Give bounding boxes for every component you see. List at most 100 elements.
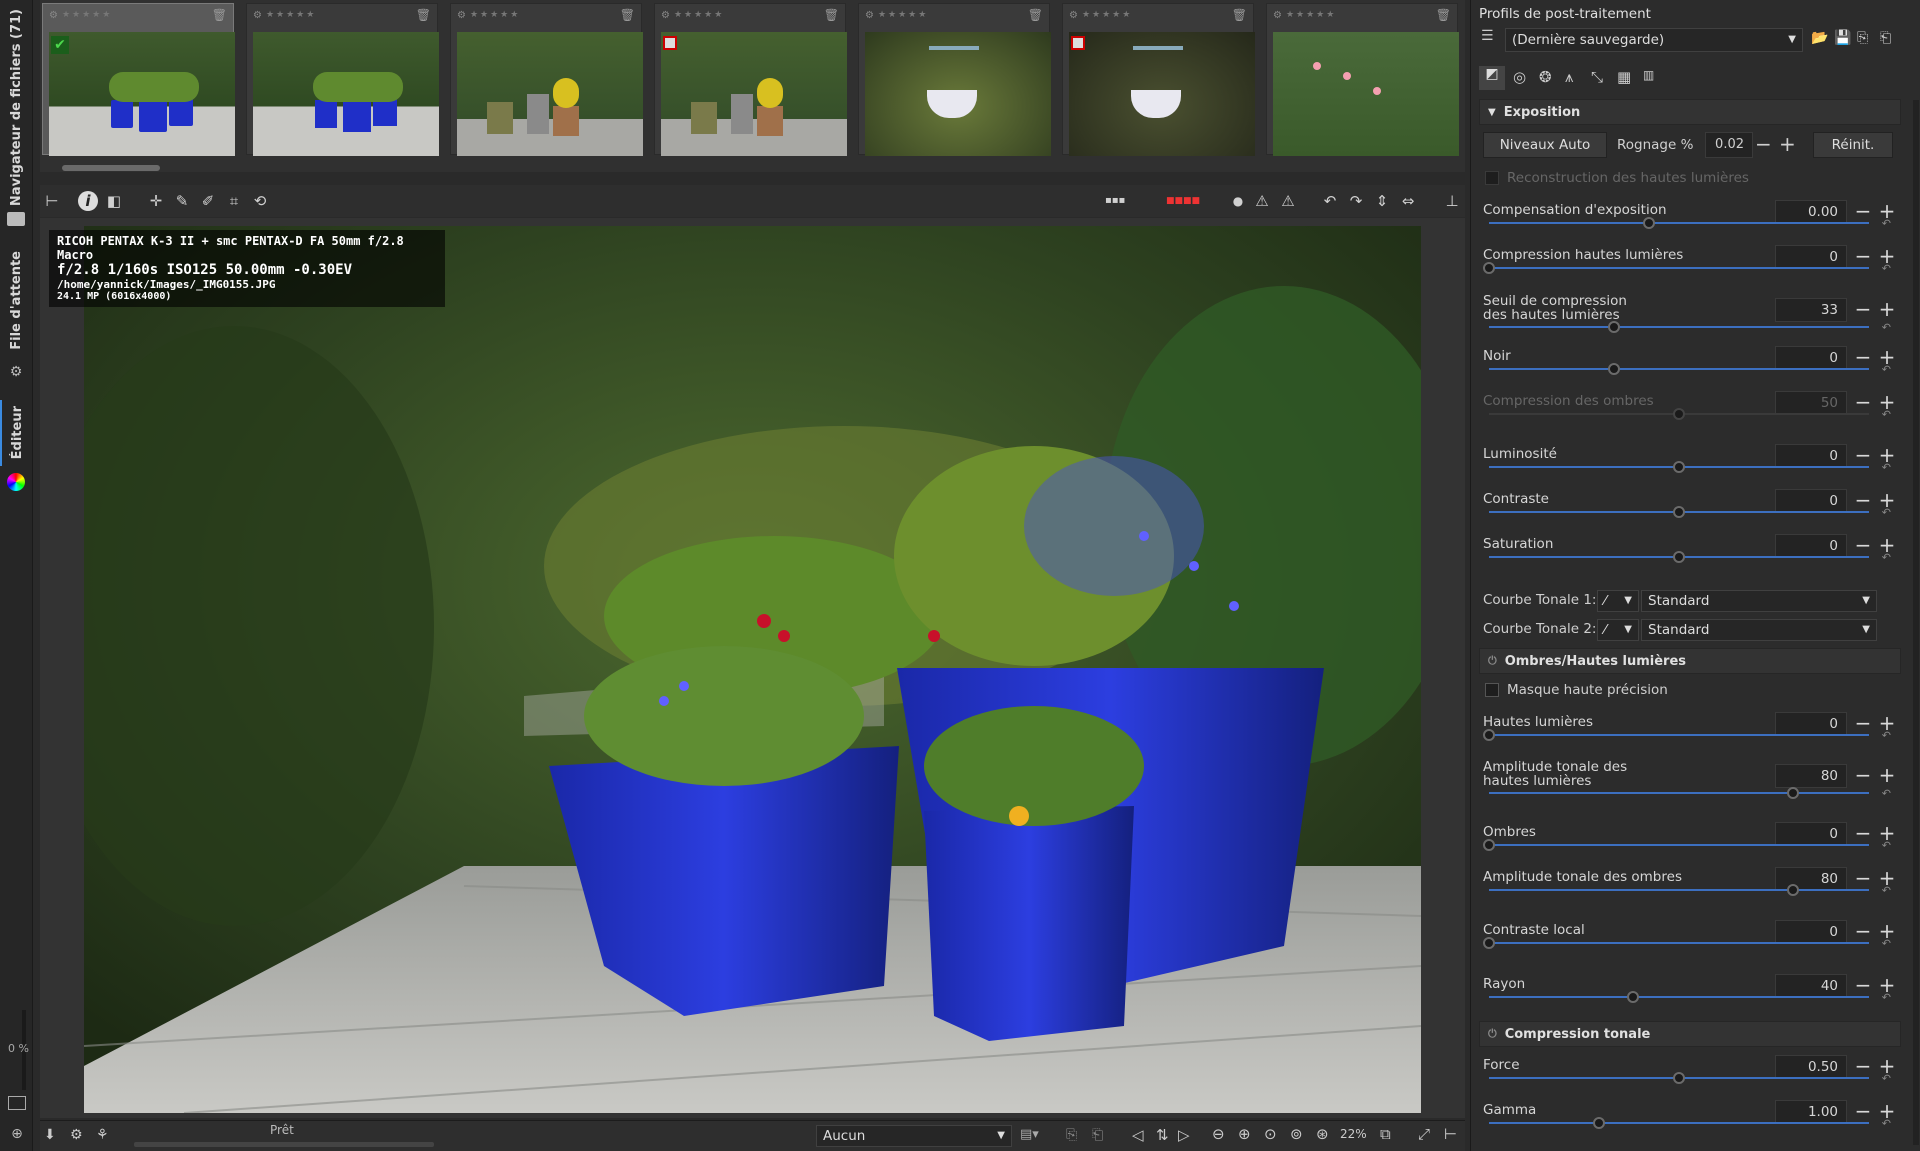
copy-icon[interactable]: ⎘: [1066, 1127, 1077, 1143]
auto-levels-button[interactable]: Niveaux Auto: [1483, 132, 1607, 158]
reset-icon[interactable]: ↶: [1882, 551, 1891, 564]
slider-track[interactable]: [1489, 461, 1869, 473]
rotate-left-icon[interactable]: ↶: [1320, 191, 1340, 211]
param-value-input[interactable]: 0: [1775, 822, 1847, 846]
curve1-type-dropdown[interactable]: ⁄ ▼: [1597, 590, 1639, 612]
preview-preset-dropdown[interactable]: Aucun ▼: [816, 1125, 1012, 1147]
param-value-input[interactable]: 0: [1775, 346, 1847, 370]
trash-icon[interactable]: 🗑: [620, 8, 635, 22]
param-value-input[interactable]: 0: [1775, 712, 1847, 736]
slider-knob[interactable]: [1673, 506, 1685, 518]
trash-icon[interactable]: 🗑: [824, 8, 839, 22]
profile-icon[interactable]: ⚙: [457, 10, 466, 21]
minus-button[interactable]: −: [1853, 1055, 1873, 1079]
slider-track[interactable]: [1489, 1072, 1869, 1084]
rating-stars[interactable]: ★★★★★: [1082, 10, 1132, 20]
reset-icon[interactable]: ↶: [1882, 363, 1891, 376]
minus-button[interactable]: −: [1853, 489, 1873, 513]
slider-track[interactable]: [1483, 937, 1869, 949]
reset-icon[interactable]: ↶: [1882, 884, 1891, 897]
clip-minus-button[interactable]: −: [1755, 132, 1772, 156]
minus-button[interactable]: −: [1853, 920, 1873, 944]
clip-plus-button[interactable]: +: [1779, 132, 1796, 156]
minus-button[interactable]: −: [1853, 974, 1873, 998]
rating-stars[interactable]: ★★★★★: [62, 10, 112, 20]
minus-button[interactable]: −: [1853, 1100, 1873, 1124]
clip-value-input[interactable]: 0.02: [1705, 132, 1753, 158]
hq-mask-checkbox[interactable]: [1485, 683, 1499, 697]
zoom-fit-icon[interactable]: ⊙: [1264, 1125, 1277, 1143]
param-value-input[interactable]: 0.50: [1775, 1055, 1847, 1079]
hide-panel-icon[interactable]: ⊢: [42, 191, 62, 211]
exposure-header[interactable]: ▼ Exposition: [1479, 99, 1901, 125]
slider-knob[interactable]: [1608, 363, 1621, 375]
trash-icon[interactable]: 🗑: [1232, 8, 1247, 22]
sync-icon[interactable]: ⇅: [1156, 1126, 1169, 1144]
info-icon[interactable]: i: [78, 191, 98, 211]
slider-track[interactable]: [1489, 363, 1869, 375]
slider-knob[interactable]: [1673, 408, 1685, 420]
reset-icon[interactable]: ↶: [1882, 262, 1891, 275]
slider-knob[interactable]: [1787, 787, 1799, 799]
thumb-5[interactable]: ⚙ ★★★★★ 🗑: [858, 3, 1051, 156]
hide-panels-icon[interactable]: ⊢: [1444, 1125, 1457, 1143]
profile-dropdown[interactable]: (Dernière sauvegarde) ▼: [1505, 28, 1803, 52]
reset-icon[interactable]: ↶: [1882, 408, 1891, 421]
straighten-icon[interactable]: ⟲: [250, 191, 270, 211]
minus-button[interactable]: −: [1853, 346, 1873, 370]
flip-vertical-icon[interactable]: ⇕: [1372, 191, 1392, 211]
reset-icon[interactable]: ↶: [1882, 839, 1891, 852]
param-value-input[interactable]: 0: [1775, 489, 1847, 513]
slider-track[interactable]: [1489, 1117, 1869, 1129]
minus-button[interactable]: −: [1853, 867, 1873, 891]
color-picker-icon[interactable]: ✐: [198, 191, 218, 211]
slider-track[interactable]: [1489, 787, 1869, 799]
slider-knob[interactable]: [1642, 217, 1655, 229]
crop-icon[interactable]: ⌗: [224, 191, 244, 211]
thumb-6[interactable]: ⚙ ★★★★★ 🗑: [1062, 3, 1255, 156]
tab-exposure-icon[interactable]: ◩: [1479, 66, 1505, 90]
channel-preview-icon[interactable]: ■■■■: [1160, 191, 1206, 211]
rotate-right-icon[interactable]: ↷: [1346, 191, 1366, 211]
filmstrip-scrollbar[interactable]: [62, 165, 160, 171]
white-balance-picker-icon[interactable]: ✎: [172, 191, 192, 211]
background-color-icon[interactable]: ▪▪▪: [1105, 191, 1125, 211]
slider-track[interactable]: [1489, 408, 1869, 420]
color-wheel-icon[interactable]: [7, 473, 25, 491]
flip-horizontal-icon[interactable]: ⇔: [1398, 191, 1418, 211]
paste-icon[interactable]: ⎗: [1092, 1127, 1103, 1143]
thumb-3[interactable]: ⚙ ★★★★★ 🗑: [450, 3, 643, 156]
prev-image-icon[interactable]: ◁: [1132, 1126, 1144, 1144]
tab-metadata-icon[interactable]: ▥: [1643, 68, 1654, 82]
minus-button[interactable]: −: [1853, 391, 1873, 415]
slider-track[interactable]: [1489, 217, 1869, 229]
navigator-icon[interactable]: ⊕: [8, 1126, 26, 1144]
param-value-input[interactable]: 0: [1775, 245, 1847, 269]
param-value-input[interactable]: 0: [1775, 920, 1847, 944]
shadow-clip-warning-icon[interactable]: ⚠: [1252, 191, 1272, 211]
slider-track[interactable]: [1489, 506, 1869, 518]
slider-knob[interactable]: [1673, 551, 1685, 563]
rating-stars[interactable]: ★★★★★: [470, 10, 520, 20]
param-value-input[interactable]: 33: [1775, 298, 1847, 322]
next-image-icon[interactable]: ▷: [1178, 1126, 1190, 1144]
slider-knob[interactable]: [1608, 321, 1621, 333]
panel-scrollbar[interactable]: [1913, 100, 1919, 1145]
tab-advanced-icon[interactable]: ⩚: [1565, 68, 1573, 86]
profile-icon[interactable]: ⚙: [661, 10, 670, 21]
param-value-input[interactable]: 40: [1775, 974, 1847, 998]
hide-right-panel-icon[interactable]: ⊥: [1442, 191, 1462, 211]
zoom-100-icon[interactable]: ⊛: [1316, 1125, 1329, 1143]
curve2-type-dropdown[interactable]: ⁄ ▼: [1597, 619, 1639, 641]
slider-track[interactable]: [1483, 262, 1869, 274]
rating-stars[interactable]: ★★★★★: [266, 10, 316, 20]
tab-detail-icon[interactable]: ◎: [1513, 68, 1526, 86]
reset-icon[interactable]: ↶: [1882, 217, 1891, 230]
tab-raw-icon[interactable]: ▦: [1617, 68, 1631, 86]
new-window-icon[interactable]: ⧉: [1380, 1125, 1391, 1143]
param-value-input[interactable]: 50: [1775, 391, 1847, 415]
reset-icon[interactable]: ↶: [1882, 729, 1891, 742]
trash-icon[interactable]: 🗑: [1436, 8, 1451, 22]
zoom-crop-icon[interactable]: ⊚: [1290, 1125, 1303, 1143]
slider-knob[interactable]: [1673, 1072, 1685, 1084]
